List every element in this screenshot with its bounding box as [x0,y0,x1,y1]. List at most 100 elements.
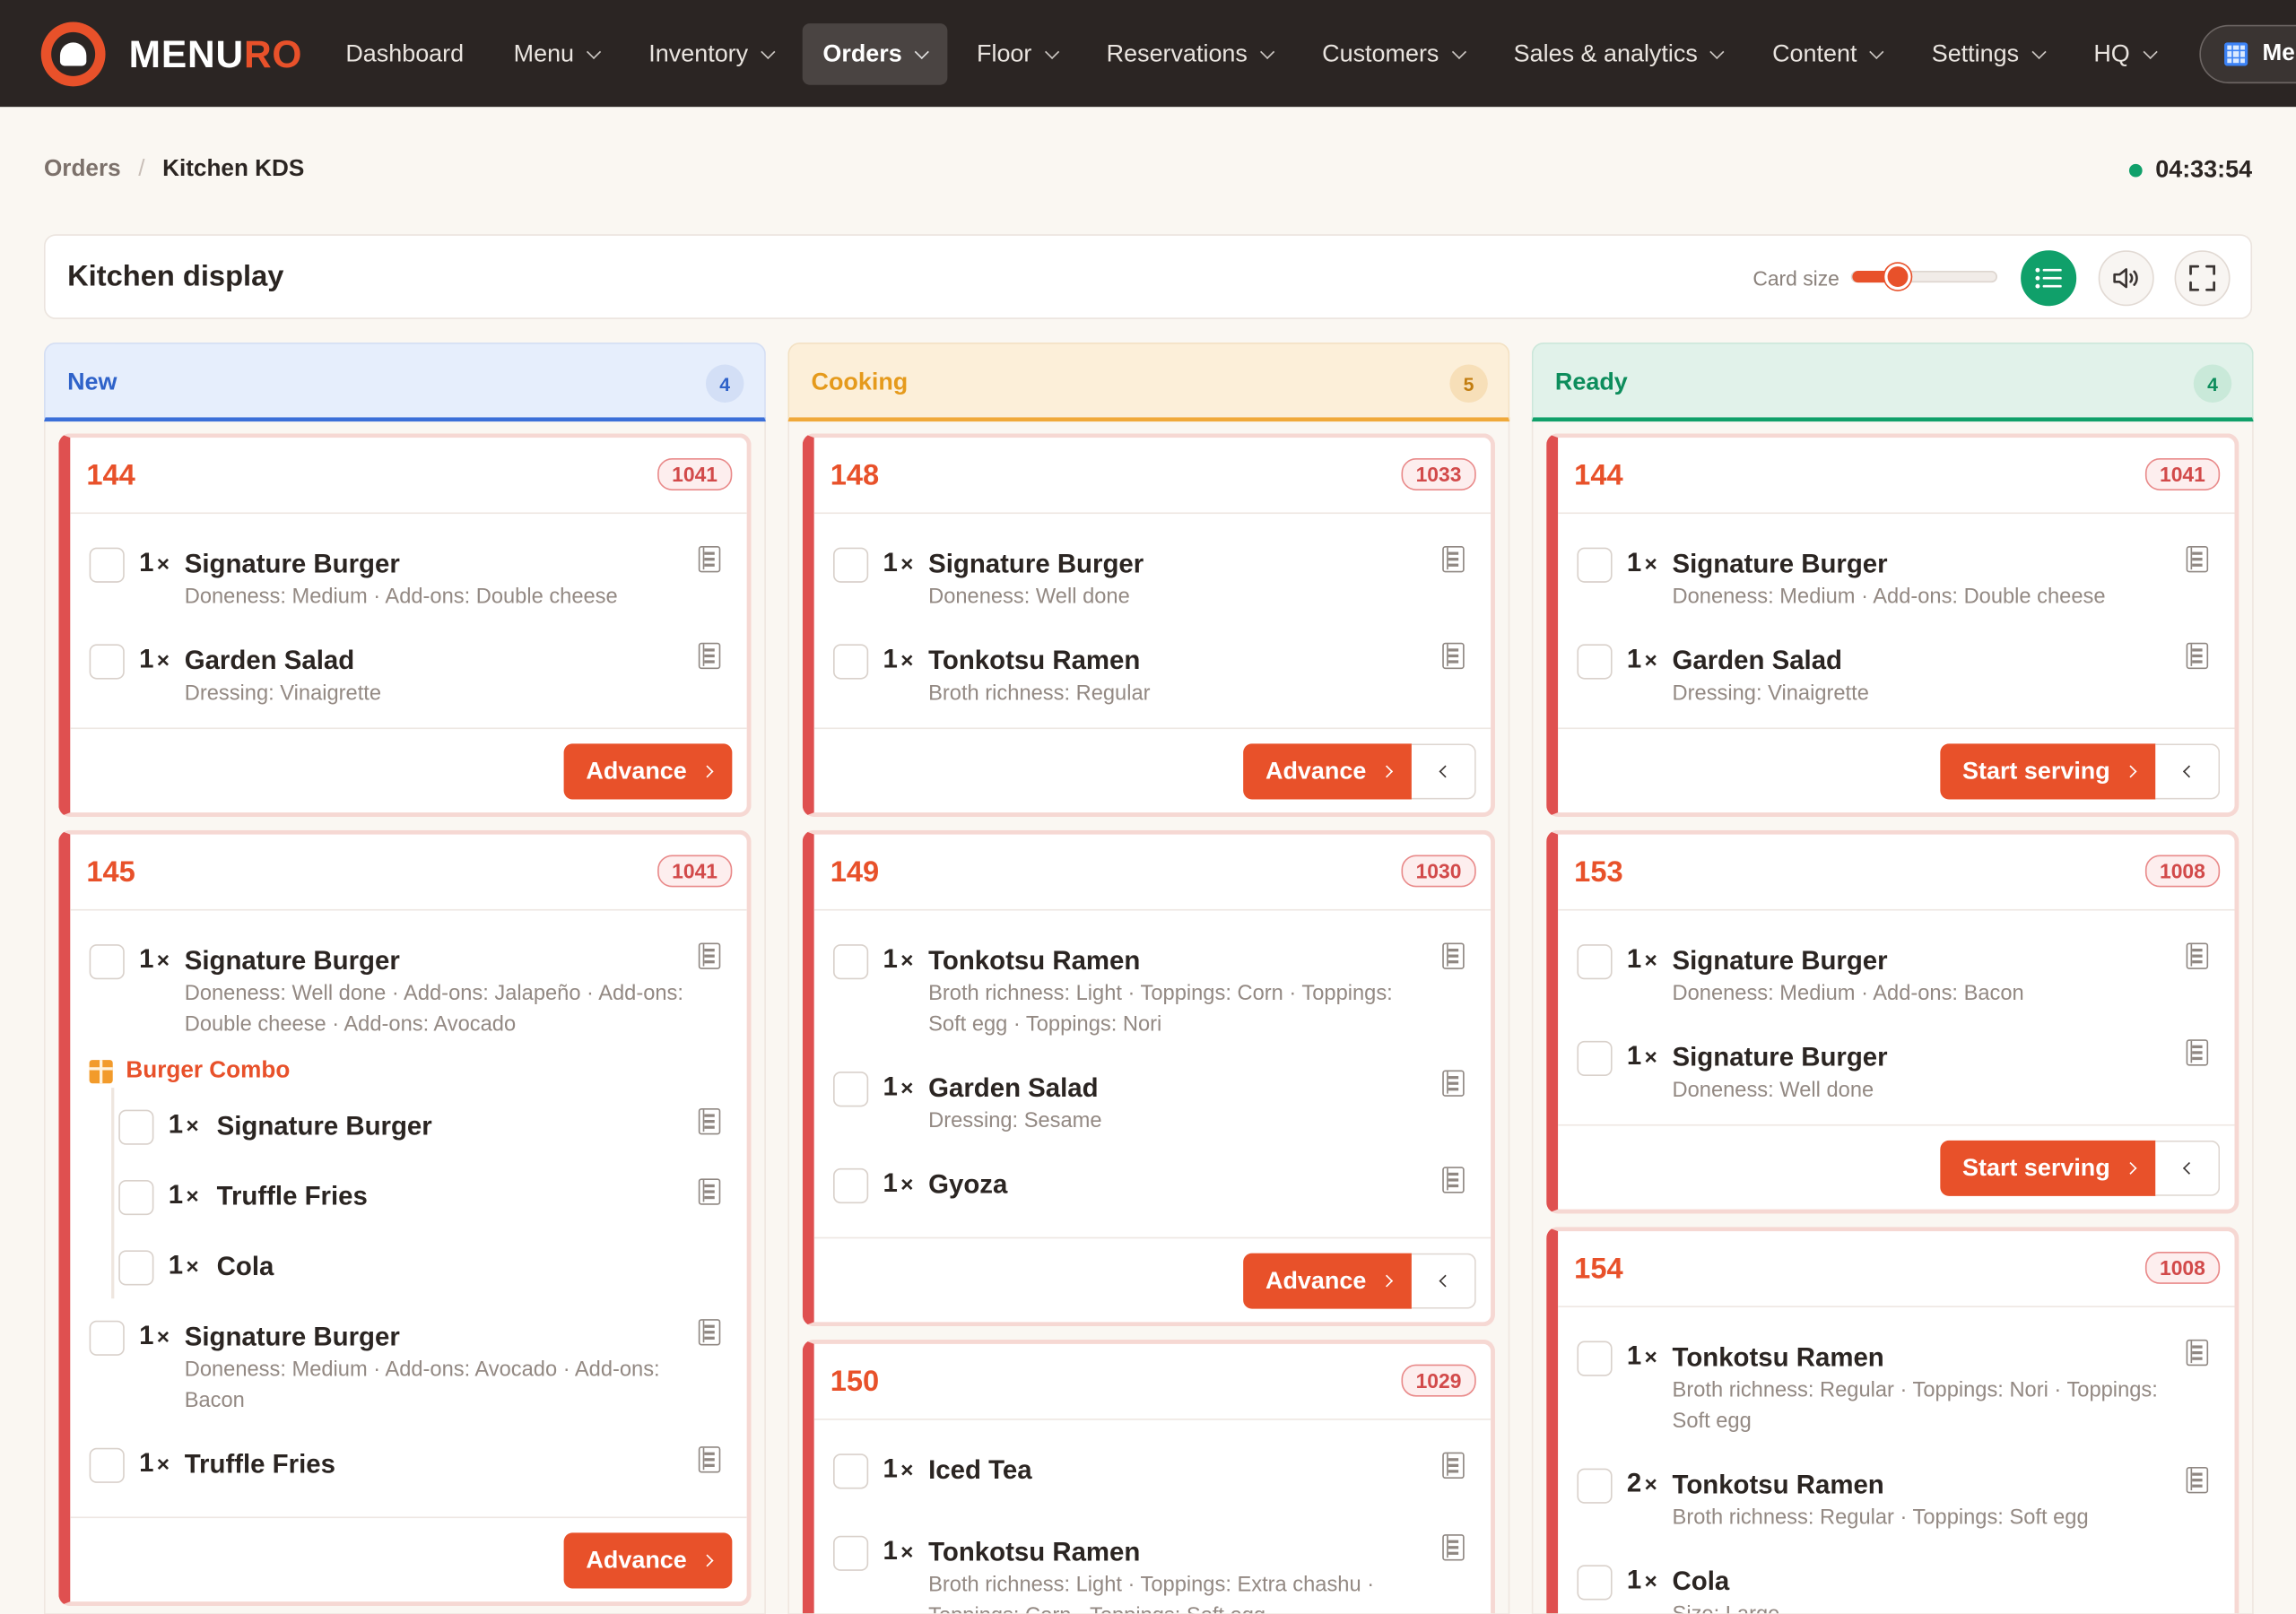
nav-item-dashboard[interactable]: Dashboard [325,23,484,85]
advance-button[interactable]: Advance [1243,1253,1412,1309]
recipe-note-icon[interactable] [2186,545,2209,573]
item-done-checkbox[interactable] [1577,1468,1613,1504]
item-done-checkbox[interactable] [118,1109,154,1145]
breadcrumb-current: Kitchen KDS [162,156,305,182]
chevron-left-icon [1439,1274,1452,1288]
item-quantity: 1 × [883,1168,914,1199]
order-actions: Advance [1243,1253,1476,1309]
list-view-button[interactable] [2021,250,2077,307]
advance-button[interactable]: Advance [563,743,733,800]
order-card[interactable]: 148 1033 1 × Signature Burger Doneness: Well … [802,433,1495,818]
recipe-note-icon[interactable] [1442,642,1465,670]
recipe-note-icon[interactable] [1442,545,1465,573]
start-serving-button[interactable]: Start serving [1940,743,2156,800]
item-done-checkbox[interactable] [833,1072,869,1107]
recipe-note-icon[interactable] [1442,1070,1465,1097]
fullscreen-button[interactable] [2174,250,2231,307]
item-done-checkbox[interactable] [833,1167,869,1204]
item-done-checkbox[interactable] [833,1453,869,1489]
order-card-header: 144 1041 [1558,438,2235,515]
nav-item-customers[interactable]: Customers [1301,23,1484,85]
order-card[interactable]: 144 1041 1 × Signature Burger Doneness: Mediu… [58,433,752,818]
chevron-left-icon [2182,765,2196,778]
ticket-badge: 1008 [2144,1251,2221,1284]
card-size-slider-thumb[interactable] [1884,263,1912,291]
recipe-note-icon[interactable] [698,545,721,573]
recipe-note-icon[interactable] [2186,1039,2209,1066]
recipe-note-icon[interactable] [1442,1167,1465,1193]
move-back-button[interactable] [2155,1140,2221,1196]
start-serving-button[interactable]: Start serving [1940,1140,2156,1196]
item-done-checkbox[interactable] [89,944,125,980]
nav-item-floor[interactable]: Floor [956,23,1077,85]
order-card[interactable]: 154 1008 1 × Tonkotsu Ramen Broth richness: R… [1546,1227,2239,1614]
move-back-button[interactable] [1411,1253,1476,1309]
order-card[interactable]: 150 1029 1 × Iced Tea 1 × Tonkotsu Ramen Broth r… [802,1339,1495,1614]
nav-item-settings[interactable]: Settings [1911,23,2065,85]
item-done-checkbox[interactable] [833,644,869,680]
chevron-left-icon [1439,765,1452,778]
recipe-note-icon[interactable] [1442,1452,1465,1480]
advance-button[interactable]: Advance [563,1532,733,1589]
recipe-note-icon[interactable] [1442,942,1465,969]
item-done-checkbox[interactable] [118,1250,154,1286]
recipe-note-icon[interactable] [698,1319,721,1346]
item-quantity: 1 × [1627,1341,1657,1372]
chevron-right-icon [2124,1161,2137,1175]
order-card[interactable]: 144 1041 1 × Signature Burger Doneness: Mediu… [1546,433,2239,818]
ticket-badge: 1008 [2144,855,2221,888]
sound-toggle-button[interactable] [2098,250,2154,307]
order-item: 1 × Tonkotsu Ramen Broth richness: Regular [814,622,1491,719]
item-done-checkbox[interactable] [1577,1040,1613,1077]
item-done-checkbox[interactable] [833,944,869,980]
recipe-note-icon[interactable] [698,942,721,969]
nav-item-sales-analytics[interactable]: Sales & analytics [1493,23,1744,85]
item-done-checkbox[interactable] [89,1447,125,1483]
item-done-checkbox[interactable] [89,644,125,680]
recipe-note-icon[interactable] [2186,642,2209,670]
item-done-checkbox[interactable] [89,1320,125,1356]
breadcrumb-orders[interactable]: Orders [44,157,121,183]
item-name: Cola [216,1251,274,1281]
item-done-checkbox[interactable] [1577,1565,1613,1601]
item-done-checkbox[interactable] [1577,547,1613,583]
item-quantity-value: 1 [883,1167,898,1198]
building-icon [2224,42,2248,66]
item-done-checkbox[interactable] [118,1179,154,1216]
recipe-note-icon[interactable] [2186,1339,2209,1367]
nav-item-menu[interactable]: Menu [493,23,620,85]
advance-button[interactable]: Advance [1243,743,1412,800]
times-sign: × [186,1114,199,1140]
recipe-note-icon[interactable] [2186,942,2209,969]
card-size-slider[interactable] [1850,263,1998,291]
recipe-note-icon[interactable] [698,1178,721,1205]
order-card[interactable]: 145 1041 1 × Signature Burger Doneness: Well … [58,829,752,1607]
recipe-note-icon[interactable] [1442,1534,1465,1561]
nav-item-inventory[interactable]: Inventory [628,23,793,85]
item-done-checkbox[interactable] [833,1535,869,1571]
item-quantity: 1 × [883,1536,914,1566]
item-done-checkbox[interactable] [833,547,869,583]
order-card[interactable]: 153 1008 1 × Signature Burger Doneness: Mediu… [1546,829,2239,1214]
move-back-button[interactable] [2155,743,2221,800]
order-card[interactable]: 149 1030 1 × Tonkotsu Ramen Broth richness: L… [802,829,1495,1327]
item-quantity: 1 × [883,1072,914,1102]
recipe-note-icon[interactable] [698,1107,721,1135]
chevron-right-icon [2124,765,2137,778]
nav-item-reservations[interactable]: Reservations [1086,23,1293,85]
nav-item-content[interactable]: Content [1752,23,1902,85]
item-done-checkbox[interactable] [1577,944,1613,980]
chevron-down-icon [1044,44,1059,59]
recipe-note-icon[interactable] [698,1446,721,1473]
nav-item-hq[interactable]: HQ [2073,23,2175,85]
organization-switcher[interactable]: Me [2199,24,2296,84]
nav-item-orders[interactable]: Orders [802,23,948,85]
move-back-button[interactable] [1411,743,1476,800]
brand-name[interactable]: MENURO [129,32,303,78]
item-done-checkbox[interactable] [1577,1341,1613,1376]
recipe-note-icon[interactable] [698,642,721,670]
item-done-checkbox[interactable] [89,547,125,583]
chef-hat-logo-icon[interactable] [40,22,106,87]
recipe-note-icon[interactable] [2186,1466,2209,1494]
item-done-checkbox[interactable] [1577,644,1613,680]
